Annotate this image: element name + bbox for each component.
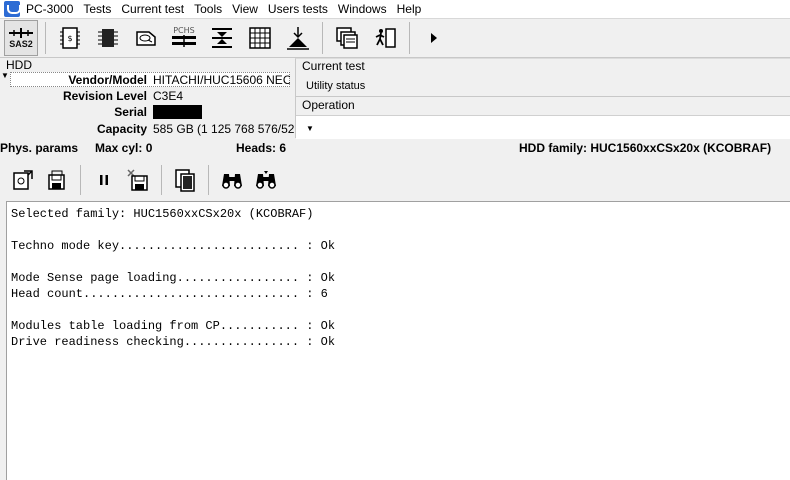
log-line: Drive readiness checking................… [11, 335, 336, 349]
vendor-model-value: HITACHI/HUC15606 NEO6 [153, 73, 290, 87]
hdd-drive-icon [136, 31, 156, 46]
pause-button[interactable] [87, 163, 121, 197]
rom-chip-icon: $ [60, 27, 80, 49]
capacity-label: Capacity [96, 122, 147, 136]
revision-row: Revision Level C3E4 [0, 88, 292, 104]
toolbar-separator [161, 165, 162, 195]
copy-log-button[interactable] [168, 163, 202, 197]
menu-help[interactable]: Help [392, 0, 427, 18]
serial-row: Serial [0, 104, 292, 120]
delete-disk-icon [127, 169, 148, 191]
pause-icon [100, 175, 108, 185]
log-line: Techno mode key.........................… [11, 239, 336, 253]
toolbar-separator [80, 165, 81, 195]
menu-users-tests[interactable]: Users tests [263, 0, 333, 18]
capacity-value: 585 GB (1 125 768 576/520) [153, 122, 306, 136]
toolbar-separator [208, 165, 209, 195]
grid-button[interactable] [243, 21, 277, 55]
heads-button[interactable] [205, 21, 239, 55]
serial-label: Serial [114, 105, 147, 119]
toolbar-separator [409, 22, 410, 54]
run-button[interactable] [417, 21, 451, 55]
stacked-windows-icon [336, 27, 358, 49]
hdd-panel-title: HDD [6, 58, 32, 72]
vendor-model-label: Vendor/Model [68, 73, 147, 87]
play-icon [431, 33, 437, 43]
main-toolbar: SAS2 $ PCHS [0, 18, 790, 58]
chip-icon [98, 29, 118, 47]
save-log-button[interactable] [40, 163, 74, 197]
menu-tools[interactable]: Tools [189, 0, 227, 18]
toolbar-separator [322, 22, 323, 54]
log-toolbar [0, 160, 790, 200]
current-test-panel: Current test Utility status [295, 58, 790, 96]
app-title: PC-3000 [26, 2, 74, 16]
menu-windows[interactable]: Windows [333, 0, 392, 18]
vendor-model-row: Vendor/Model HITACHI/HUC15606 NEO6 [0, 72, 292, 88]
current-test-title: Current test [302, 59, 365, 73]
open-log-button[interactable] [6, 163, 40, 197]
operation-title: Operation [302, 98, 355, 112]
log-output[interactable]: Selected family: HUC1560xxCSx20x (KCOBRA… [6, 201, 790, 480]
pc3000-logo-icon[interactable] [4, 1, 21, 17]
copy-icon [175, 169, 195, 192]
open-file-icon [13, 170, 33, 190]
chip-button[interactable] [91, 21, 125, 55]
heads-map-icon [212, 28, 232, 48]
capacity-row: Capacity 585 GB (1 125 768 576/520) [0, 121, 305, 137]
menu-bar: PC-3000 Tests Current test Tools View Us… [0, 0, 790, 18]
find-next-button[interactable] [249, 163, 283, 197]
phys-params-label[interactable]: Phys. params [0, 140, 78, 157]
heads-label: Heads: 6 [236, 141, 287, 155]
drive-button[interactable] [129, 21, 163, 55]
revision-label: Revision Level [62, 89, 147, 103]
windows-button[interactable] [330, 21, 364, 55]
binoculars-next-icon [256, 171, 276, 189]
sector-grid-icon [249, 27, 271, 49]
log-line: Modules table loading from CP...........… [11, 319, 336, 333]
toolbar-separator [45, 22, 46, 54]
clear-log-button[interactable] [121, 163, 155, 197]
head-select-icon [287, 27, 309, 50]
operation-panel: Operation ▼ [295, 96, 790, 139]
menu-view[interactable]: View [227, 0, 263, 18]
pchs-icon: PCHS [172, 26, 196, 47]
log-line: Selected family: HUC1560xxCSx20x (KCOBRA… [11, 207, 314, 221]
sas-port-button[interactable]: SAS2 [4, 20, 38, 56]
save-disk-icon [48, 170, 65, 190]
head-select-button[interactable] [281, 21, 315, 55]
hdd-panel: HDD ▼ Vendor/Model HITACHI/HUC15606 NEO6… [0, 58, 305, 138]
log-line: Head count..............................… [11, 287, 328, 301]
hdd-family-label: HDD family: HUC1560xxCSx20x (KCOBRAF) [519, 141, 772, 155]
flash-rom-button[interactable]: $ [53, 21, 87, 55]
sas-label: SAS2 [9, 39, 33, 49]
svg-text:$: $ [67, 34, 72, 43]
pchs-label: PCHS [173, 26, 195, 35]
dropdown-arrow-icon[interactable]: ▼ [306, 124, 314, 133]
status-row: Phys. params Max cyl: 0 Heads: 6 HDD fam… [0, 140, 790, 157]
menu-current-test[interactable]: Current test [116, 0, 189, 18]
pchs-button[interactable]: PCHS [167, 21, 201, 55]
find-button[interactable] [215, 163, 249, 197]
exit-button[interactable] [368, 21, 402, 55]
menu-tests[interactable]: Tests [78, 0, 116, 18]
operation-box[interactable]: ▼ [296, 115, 790, 139]
serial-redacted-value [153, 105, 202, 119]
exit-door-icon [375, 28, 396, 48]
log-line: Mode Sense page loading.................… [11, 271, 336, 285]
max-cyl-label: Max cyl: 0 [95, 141, 153, 155]
current-test-value: Utility status [306, 80, 366, 92]
binoculars-icon [222, 174, 242, 189]
port-connector-icon [9, 28, 33, 38]
revision-value: C3E4 [153, 89, 184, 103]
